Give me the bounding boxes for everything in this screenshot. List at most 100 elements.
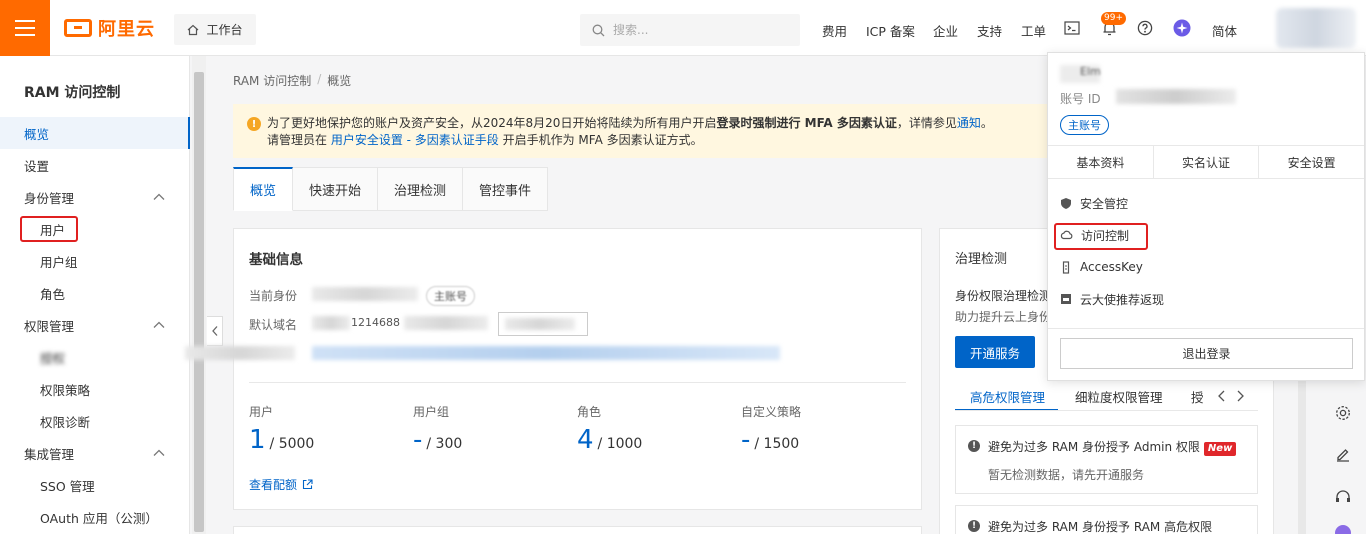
highlight-box-users	[20, 216, 78, 242]
sidebar-scrollbar[interactable]	[192, 56, 206, 534]
sidebar-item-oauth[interactable]: OAuth 应用（公测）	[0, 501, 190, 533]
row-link-redacted[interactable]	[312, 346, 780, 360]
sidebar-group-identity[interactable]: 身份管理	[0, 181, 190, 213]
sidebar-item-diagnosis[interactable]: 权限诊断	[0, 405, 190, 437]
subtab-fine-grained[interactable]: 细粒度权限管理	[1075, 387, 1163, 406]
tab-real-name[interactable]: 实名认证	[1154, 146, 1260, 178]
next-card	[233, 526, 922, 534]
risk-admin-desc: 暂无检测数据，请先开通服务	[988, 468, 1145, 482]
avatar[interactable]	[1276, 8, 1356, 48]
stat-policies[interactable]: -/ 1500	[741, 425, 799, 455]
risk-card-admin[interactable]: ! 避免为过多 RAM 身份授予 Admin 权限 New 暂无检测数据，请先开通…	[955, 425, 1258, 494]
help-icon[interactable]	[1136, 19, 1154, 37]
highlight-box-access-control	[1054, 223, 1148, 250]
stat-policies-label: 自定义策略	[741, 405, 802, 419]
sidebar-item-user-groups[interactable]: 用户组	[0, 245, 190, 277]
warning-icon: !	[247, 117, 261, 131]
logout-button[interactable]: 退出登录	[1060, 338, 1353, 369]
overview-tabs: 概览 快速开始 治理检测 管控事件	[233, 167, 549, 211]
identity-label: 当前身份	[249, 289, 298, 303]
menu-icon[interactable]	[0, 0, 50, 56]
tab-governance[interactable]: 治理检测	[378, 167, 464, 211]
stat-groups[interactable]: -/ 300	[413, 425, 462, 455]
external-link-icon	[302, 479, 313, 490]
shield-icon	[1061, 197, 1071, 209]
alert-icon: !	[968, 440, 980, 452]
alert-icon: !	[968, 520, 980, 532]
tab-security-settings[interactable]: 安全设置	[1259, 146, 1364, 178]
sidebar-item-grants[interactable]: 授权	[0, 341, 190, 373]
breadcrumb-current: 概览	[327, 74, 352, 88]
sidebar-item-settings[interactable]: 设置	[0, 149, 190, 181]
sidebar-item-roles[interactable]: 角色	[0, 277, 190, 309]
nav-enterprise[interactable]: 企业	[933, 21, 958, 40]
chevron-left-icon[interactable]	[1216, 389, 1228, 403]
copy-domain-label-redacted	[505, 318, 575, 330]
assistant-rail-icon[interactable]	[1332, 522, 1354, 534]
collapse-sidebar-button[interactable]	[207, 316, 223, 346]
tab-overview[interactable]: 概览	[233, 167, 294, 211]
settings-icon[interactable]	[1332, 402, 1354, 424]
chevron-left-icon	[211, 326, 217, 336]
tab-control-events[interactable]: 管控事件	[463, 167, 549, 211]
stat-roles[interactable]: 4/ 1000	[577, 425, 642, 455]
nav-billing[interactable]: 费用	[822, 21, 847, 40]
sidebar-group-integration[interactable]: 集成管理	[0, 437, 190, 469]
terminal-icon[interactable]	[1063, 19, 1081, 37]
mfa-settings-link[interactable]: 用户安全设置 - 多因素认证手段	[331, 133, 499, 147]
stat-roles-label: 角色	[577, 405, 602, 419]
menu-item-accesskey[interactable]: AccessKey	[1060, 255, 1143, 279]
subtab-grant[interactable]: 授	[1191, 387, 1204, 406]
nav-ticket[interactable]: 工单	[1021, 21, 1046, 40]
sidebar-item-policies[interactable]: 权限策略	[0, 373, 190, 405]
sidebar-item-sso[interactable]: SSO 管理	[0, 469, 190, 501]
chevron-right-icon[interactable]	[1234, 389, 1246, 403]
breadcrumb: RAM 访问控制 / 概览	[233, 72, 351, 89]
chevron-up-icon	[153, 193, 165, 200]
account-dropdown: Elm 账号 ID 主账号 基本资料 实名认证 安全设置 安全管控 访问控制 A…	[1047, 52, 1365, 381]
nav-icp[interactable]: ICP 备案	[866, 21, 915, 40]
menu-item-ambassador[interactable]: 云大使推荐返现	[1060, 287, 1164, 311]
breadcrumb-ram[interactable]: RAM 访问控制	[233, 72, 311, 89]
subtab-high-risk[interactable]: 高危权限管理	[970, 387, 1045, 406]
identity-value-redacted	[312, 287, 418, 301]
chevron-up-icon	[153, 321, 165, 328]
risk-ram-title: 避免为过多 RAM 身份授予 RAM 高危权限	[988, 520, 1213, 534]
stat-users[interactable]: 1/ 5000	[249, 425, 314, 455]
open-service-button[interactable]: 开通服务	[955, 336, 1035, 368]
top-bar: 阿里云 工作台 费用 ICP 备案 企业 支持 工单 99+ 简体	[0, 0, 1366, 56]
risk-admin-title: 避免为过多 RAM 身份授予 Admin 权限 New	[988, 438, 1237, 456]
basic-info-card	[233, 228, 922, 510]
headset-icon[interactable]	[1332, 486, 1354, 508]
language-switch[interactable]: 简体	[1212, 21, 1237, 40]
workbench-button[interactable]: 工作台	[174, 14, 256, 45]
search-box[interactable]	[580, 14, 800, 46]
sidebar-title: RAM 访问控制	[24, 85, 121, 101]
view-quota-link[interactable]: 查看配额	[249, 476, 313, 493]
notice-link[interactable]: 通知	[957, 116, 981, 130]
chevron-up-icon	[153, 449, 165, 456]
risk-card-ram[interactable]: ! 避免为过多 RAM 身份授予 RAM 高危权限	[955, 505, 1258, 534]
account-id-redacted	[1116, 89, 1236, 104]
sidebar-item-overview[interactable]: 概览	[0, 117, 190, 149]
home-icon	[188, 24, 199, 35]
dropdown-divider	[1048, 328, 1364, 329]
search-input[interactable]	[613, 23, 783, 37]
notification-badge: 99+	[1101, 12, 1126, 25]
main-account-tag[interactable]: 主账号	[1060, 115, 1109, 135]
key-icon	[1062, 260, 1070, 274]
ai-assistant-icon[interactable]	[1173, 19, 1191, 37]
gift-icon	[1061, 294, 1071, 304]
sidebar-group-permissions[interactable]: 权限管理	[0, 309, 190, 341]
aliyun-logo[interactable]: 阿里云	[64, 16, 155, 40]
notice-line-2: 请管理员在 用户安全设置 - 多因素认证手段 开启手机作为 MFA 多因素认证方…	[267, 133, 703, 147]
tab-quick-start[interactable]: 快速开始	[293, 167, 379, 211]
nav-support[interactable]: 支持	[977, 21, 1002, 40]
search-icon	[592, 24, 605, 36]
row-label-redacted	[185, 346, 295, 360]
edit-icon[interactable]	[1332, 444, 1354, 466]
menu-item-security-control[interactable]: 安全管控	[1060, 191, 1128, 215]
stat-groups-label: 用户组	[413, 405, 450, 419]
scrollbar-thumb[interactable]	[194, 72, 204, 532]
tab-basic-profile[interactable]: 基本资料	[1048, 146, 1154, 178]
